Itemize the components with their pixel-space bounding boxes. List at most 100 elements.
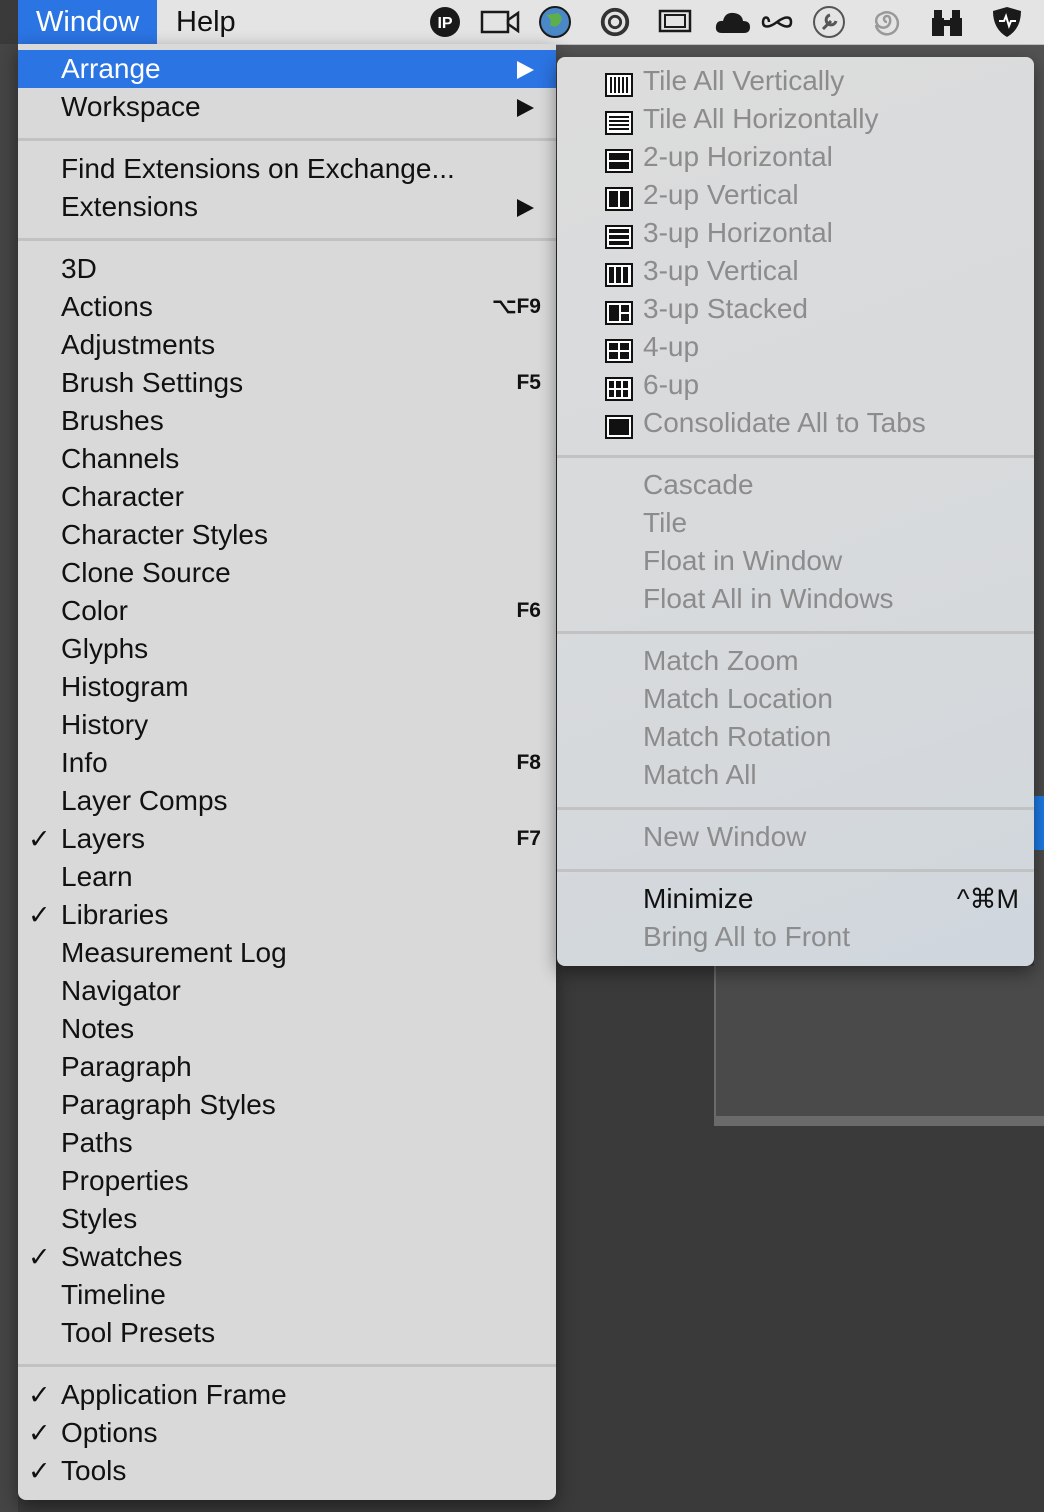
menu-item-2-up-vertical[interactable]: 2-up Vertical bbox=[557, 176, 1034, 214]
menu-separator bbox=[557, 807, 1034, 810]
menu-item-glyphs[interactable]: Glyphs bbox=[18, 630, 556, 668]
menu-item-color[interactable]: Color F6 bbox=[18, 592, 556, 630]
menu-item-float-all-in-windows[interactable]: Float All in Windows bbox=[557, 580, 1034, 618]
menu-item-layer-comps[interactable]: Layer Comps bbox=[18, 782, 556, 820]
binoculars-icon[interactable] bbox=[930, 5, 964, 39]
video-camera-icon[interactable] bbox=[478, 5, 522, 39]
menu-item-brush-settings[interactable]: Brush Settings F5 bbox=[18, 364, 556, 402]
menubar-help[interactable]: Help bbox=[158, 0, 254, 44]
menu-item-3-up-vertical[interactable]: 3-up Vertical bbox=[557, 252, 1034, 290]
menu-item-label: 4-up bbox=[643, 331, 700, 362]
menu-item-histogram[interactable]: Histogram bbox=[18, 668, 556, 706]
svg-text:IP: IP bbox=[437, 15, 452, 32]
menu-item-measurement-log[interactable]: Measurement Log bbox=[18, 934, 556, 972]
menu-item-label: Navigator bbox=[61, 975, 181, 1006]
menu-item-6-up[interactable]: 6-up bbox=[557, 366, 1034, 404]
menu-item-swatches[interactable]: ✓ Swatches bbox=[18, 1238, 556, 1276]
menu-item-workspace[interactable]: Workspace bbox=[18, 88, 556, 126]
menu-item-minimize[interactable]: Minimize ^⌘M bbox=[557, 880, 1034, 918]
menu-item-label: Notes bbox=[61, 1013, 135, 1044]
menu-item-label: Info bbox=[61, 747, 108, 778]
menu-item-label: 2-up Horizontal bbox=[643, 141, 833, 172]
shortcut-label: ⌥F9 bbox=[492, 295, 541, 318]
submenu-arrow-icon bbox=[517, 199, 534, 217]
menu-item-character[interactable]: Character bbox=[18, 478, 556, 516]
menu-item-4-up[interactable]: 4-up bbox=[557, 328, 1034, 366]
menu-item-layers[interactable]: ✓ Layers F7 bbox=[18, 820, 556, 858]
menu-separator bbox=[18, 138, 556, 141]
menu-item-brushes[interactable]: Brushes bbox=[18, 402, 556, 440]
menu-item-character-styles[interactable]: Character Styles bbox=[18, 516, 556, 554]
menu-item-match-all[interactable]: Match All bbox=[557, 756, 1034, 794]
display-icon[interactable] bbox=[658, 5, 692, 39]
menu-item-info[interactable]: Info F8 bbox=[18, 744, 556, 782]
menu-item-timeline[interactable]: Timeline bbox=[18, 1276, 556, 1314]
menu-item-extensions[interactable]: Extensions bbox=[18, 188, 556, 226]
menu-item-2-up-horizontal[interactable]: 2-up Horizontal bbox=[557, 138, 1034, 176]
menu-item-arrange[interactable]: Arrange bbox=[18, 50, 556, 88]
menu-item-label: Arrange bbox=[61, 53, 161, 84]
menu-item-options[interactable]: ✓ Options bbox=[18, 1414, 556, 1452]
menu-item-tools[interactable]: ✓ Tools bbox=[18, 1452, 556, 1490]
cloud-icon[interactable] bbox=[713, 5, 753, 39]
menubar-window[interactable]: Window bbox=[18, 0, 158, 44]
menu-item-consolidate-all-to-tabs[interactable]: Consolidate All to Tabs bbox=[557, 404, 1034, 442]
menu-item-label: 3-up Horizontal bbox=[643, 217, 833, 248]
menu-item-label: Minimize bbox=[643, 883, 754, 914]
menu-item-adjustments[interactable]: Adjustments bbox=[18, 326, 556, 364]
spiral-icon[interactable] bbox=[870, 5, 904, 39]
menu-item-label: Layers bbox=[61, 823, 146, 854]
menu-item-notes[interactable]: Notes bbox=[18, 1010, 556, 1048]
menu-item-match-rotation[interactable]: Match Rotation bbox=[557, 718, 1034, 756]
menu-item-learn[interactable]: Learn bbox=[18, 858, 556, 896]
menu-item-paragraph-styles[interactable]: Paragraph Styles bbox=[18, 1086, 556, 1124]
menu-item-label: Brush Settings bbox=[61, 367, 244, 398]
menu-item-label: Match Zoom bbox=[643, 645, 799, 676]
globe-icon[interactable] bbox=[538, 5, 572, 39]
menu-item-find-extensions[interactable]: Find Extensions on Exchange... bbox=[18, 150, 556, 188]
menu-item-3-up-horizontal[interactable]: 3-up Horizontal bbox=[557, 214, 1034, 252]
ip-icon[interactable]: IP bbox=[428, 5, 462, 39]
wrench-icon[interactable] bbox=[812, 5, 846, 39]
creative-cloud-icon[interactable] bbox=[598, 5, 632, 39]
menu-item-label: Measurement Log bbox=[61, 937, 287, 968]
menu-item-actions[interactable]: Actions ⌥F9 bbox=[18, 288, 556, 326]
shortcut-label: F5 bbox=[516, 371, 541, 394]
menu-item-label: Color bbox=[61, 595, 128, 626]
menu-item-application-frame[interactable]: ✓ Application Frame bbox=[18, 1376, 556, 1414]
menu-item-channels[interactable]: Channels bbox=[18, 440, 556, 478]
menu-item-bring-all-to-front[interactable]: Bring All to Front bbox=[557, 918, 1034, 956]
infinity-icon[interactable] bbox=[760, 5, 794, 39]
menu-item-label: History bbox=[61, 709, 149, 740]
menu-item-label: Find Extensions on Exchange... bbox=[61, 153, 455, 184]
menu-item-label: Channels bbox=[61, 443, 180, 474]
menu-item-match-location[interactable]: Match Location bbox=[557, 680, 1034, 718]
app-background-left bbox=[0, 44, 18, 1512]
menu-item-paragraph[interactable]: Paragraph bbox=[18, 1048, 556, 1086]
menu-item-clone-source[interactable]: Clone Source bbox=[18, 554, 556, 592]
menu-item-libraries[interactable]: ✓ Libraries bbox=[18, 896, 556, 934]
menu-item-label: Learn bbox=[61, 861, 133, 892]
shield-icon[interactable] bbox=[990, 5, 1024, 39]
menu-item-label: 2-up Vertical bbox=[643, 179, 799, 210]
menu-item-tile-all-horizontally[interactable]: Tile All Horizontally bbox=[557, 100, 1034, 138]
menu-item-properties[interactable]: Properties bbox=[18, 1162, 556, 1200]
menu-item-cascade[interactable]: Cascade bbox=[557, 466, 1034, 504]
menu-item-label: Float All in Windows bbox=[643, 583, 894, 614]
menu-item-navigator[interactable]: Navigator bbox=[18, 972, 556, 1010]
menu-item-3-up-stacked[interactable]: 3-up Stacked bbox=[557, 290, 1034, 328]
menu-item-label: Paths bbox=[61, 1127, 133, 1158]
menu-item-tile-all-vertically[interactable]: Tile All Vertically bbox=[557, 62, 1034, 100]
menu-item-float-in-window[interactable]: Float in Window bbox=[557, 542, 1034, 580]
menu-item-3d[interactable]: 3D bbox=[18, 250, 556, 288]
menu-item-history[interactable]: History bbox=[18, 706, 556, 744]
menu-item-new-window[interactable]: New Window bbox=[557, 818, 1034, 856]
menu-item-paths[interactable]: Paths bbox=[18, 1124, 556, 1162]
three-up-stacked-icon bbox=[605, 297, 633, 325]
menu-item-tile[interactable]: Tile bbox=[557, 504, 1034, 542]
menu-item-tool-presets[interactable]: Tool Presets bbox=[18, 1314, 556, 1352]
menu-item-label: Swatches bbox=[61, 1241, 183, 1272]
menu-item-match-zoom[interactable]: Match Zoom bbox=[557, 642, 1034, 680]
menu-item-styles[interactable]: Styles bbox=[18, 1200, 556, 1238]
menu-item-label: Consolidate All to Tabs bbox=[643, 407, 926, 438]
